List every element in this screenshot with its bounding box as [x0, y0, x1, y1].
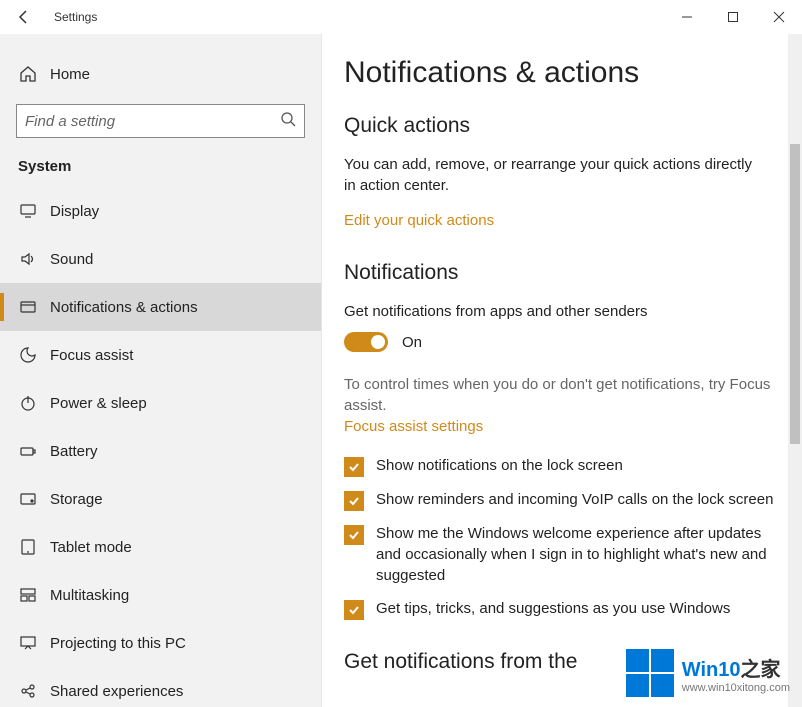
home-button[interactable]: Home	[0, 52, 321, 96]
notifications-icon	[18, 298, 38, 316]
sidebar-item-power[interactable]: Power & sleep	[0, 379, 321, 427]
sidebar-item-label: Focus assist	[50, 347, 133, 364]
sidebar-item-label: Power & sleep	[50, 395, 147, 412]
notification-checkbox-row: Show notifications on the lock screen	[344, 455, 774, 477]
notification-checkbox-row: Show me the Windows welcome experience a…	[344, 523, 774, 586]
checkbox-label: Show me the Windows welcome experience a…	[376, 523, 774, 586]
sidebar-item-notifications[interactable]: Notifications & actions	[0, 283, 321, 331]
multitasking-icon	[18, 586, 38, 604]
nav-list: Display Sound Notifications & actions Focus…	[0, 187, 321, 707]
notifications-toggle[interactable]	[344, 332, 388, 352]
quick-actions-description: You can add, remove, or rearrange your q…	[344, 154, 764, 196]
search-icon	[280, 111, 296, 132]
focus-icon	[18, 346, 38, 364]
notifications-toggle-row: On	[344, 332, 788, 352]
sidebar-item-multitasking[interactable]: Multitasking	[0, 571, 321, 619]
sidebar-item-label: Battery	[50, 443, 98, 460]
checkbox[interactable]	[344, 525, 364, 545]
titlebar: Settings	[0, 0, 802, 34]
checkbox-label: Get tips, tricks, and suggestions as you…	[376, 598, 730, 619]
notifications-toggle-label: Get notifications from apps and other se…	[344, 301, 764, 322]
scrollbar-track[interactable]	[788, 34, 802, 707]
sidebar-item-projecting[interactable]: Projecting to this PC	[0, 619, 321, 667]
back-button[interactable]	[10, 3, 38, 31]
storage-icon	[18, 490, 38, 508]
notifications-toggle-state: On	[402, 334, 422, 351]
notification-checkbox-list: Show notifications on the lock screen Sho…	[344, 455, 788, 620]
shared-icon	[18, 682, 38, 700]
checkbox-label: Show notifications on the lock screen	[376, 455, 623, 476]
maximize-button[interactable]	[710, 0, 756, 34]
sidebar-item-shared[interactable]: Shared experiences	[0, 667, 321, 707]
home-label: Home	[50, 66, 90, 83]
notification-checkbox-row: Show reminders and incoming VoIP calls o…	[344, 489, 774, 511]
display-icon	[18, 202, 38, 220]
power-icon	[18, 394, 38, 412]
sidebar-item-battery[interactable]: Battery	[0, 427, 321, 475]
sidebar-item-label: Sound	[50, 251, 93, 268]
edit-quick-actions-link[interactable]: Edit your quick actions	[344, 212, 494, 229]
home-icon	[18, 65, 38, 83]
checkbox[interactable]	[344, 491, 364, 511]
main-scroll[interactable]: Notifications & actions Quick actions Yo…	[322, 34, 802, 707]
page-title: Notifications & actions	[344, 56, 788, 90]
window-title: Settings	[54, 10, 97, 24]
battery-icon	[18, 442, 38, 460]
tablet-icon	[18, 538, 38, 556]
sidebar-item-tablet[interactable]: Tablet mode	[0, 523, 321, 571]
checkbox[interactable]	[344, 600, 364, 620]
close-button[interactable]	[756, 0, 802, 34]
sidebar-item-label: Storage	[50, 491, 103, 508]
focus-assist-hint: To control times when you do or don't ge…	[344, 374, 774, 416]
checkbox[interactable]	[344, 457, 364, 477]
search-input[interactable]	[25, 113, 280, 130]
sidebar-item-label: Tablet mode	[50, 539, 132, 556]
search-box[interactable]	[16, 104, 305, 138]
minimize-button[interactable]	[664, 0, 710, 34]
content-area: Home System Display Sound Notifications & …	[0, 34, 802, 707]
sound-icon	[18, 250, 38, 268]
notification-checkbox-row: Get tips, tricks, and suggestions as you…	[344, 598, 774, 620]
sidebar-item-label: Shared experiences	[50, 683, 183, 700]
sidebar-item-display[interactable]: Display	[0, 187, 321, 235]
notifications-heading: Notifications	[344, 261, 788, 285]
sidebar-item-label: Multitasking	[50, 587, 129, 604]
checkbox-label: Show reminders and incoming VoIP calls o…	[376, 489, 773, 510]
quick-actions-heading: Quick actions	[344, 114, 788, 138]
next-section-heading: Get notifications from the	[344, 650, 788, 674]
sidebar-item-label: Projecting to this PC	[50, 635, 186, 652]
sidebar-item-sound[interactable]: Sound	[0, 235, 321, 283]
sidebar-item-label: Notifications & actions	[50, 299, 198, 316]
focus-assist-settings-link[interactable]: Focus assist settings	[344, 418, 483, 435]
sidebar-item-label: Display	[50, 203, 99, 220]
category-title: System	[0, 138, 321, 187]
sidebar-item-focus[interactable]: Focus assist	[0, 331, 321, 379]
sidebar-item-storage[interactable]: Storage	[0, 475, 321, 523]
search-container	[0, 96, 321, 138]
sidebar: Home System Display Sound Notifications & …	[0, 34, 322, 707]
scrollbar-thumb[interactable]	[790, 144, 800, 444]
settings-window: Settings Home	[0, 0, 802, 707]
projecting-icon	[18, 634, 38, 652]
main-panel: Notifications & actions Quick actions Yo…	[322, 34, 802, 707]
